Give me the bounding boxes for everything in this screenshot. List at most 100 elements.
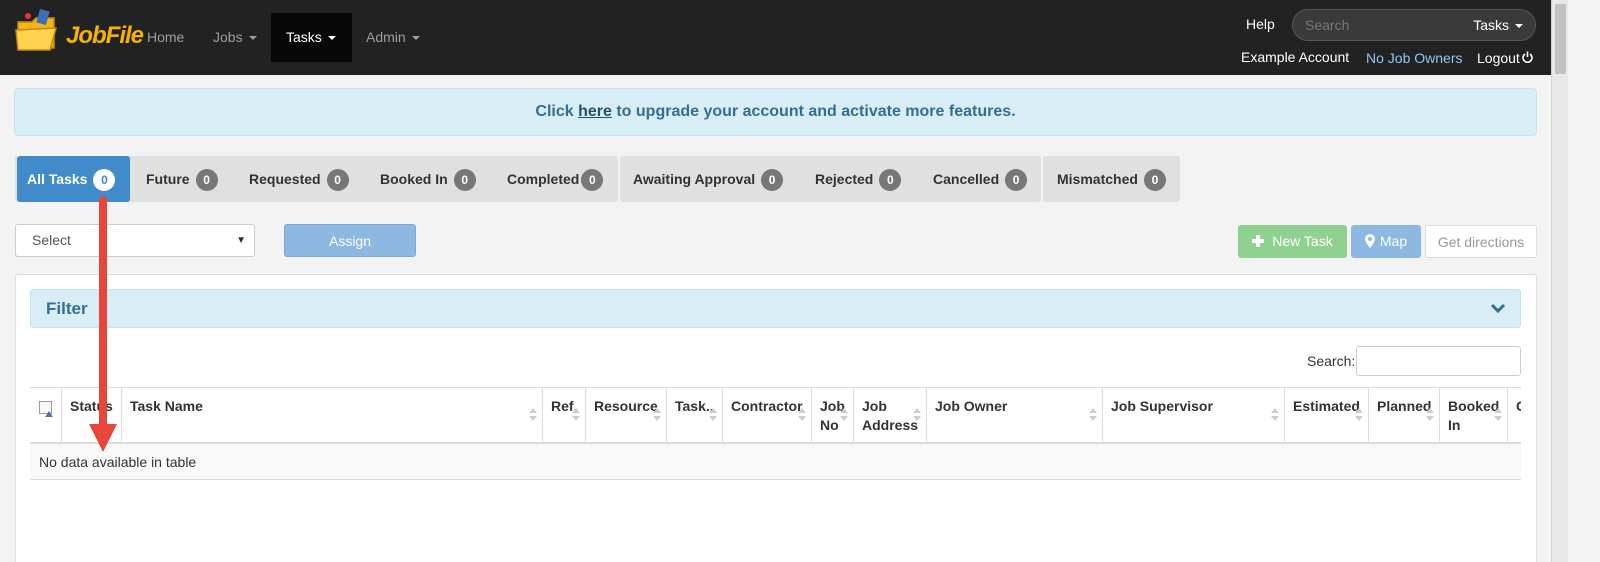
table-search-input[interactable] xyxy=(1356,346,1521,376)
navbar-search-input[interactable] xyxy=(1303,14,1453,36)
col-job-address[interactable]: Job Address xyxy=(853,388,926,443)
tab-cancelled[interactable]: Cancelled 0 xyxy=(933,156,1028,202)
col-estimated[interactable]: Estimated xyxy=(1284,388,1368,443)
tab-mismatched[interactable]: Mismatched 0 xyxy=(1057,156,1166,202)
sort-icon xyxy=(1271,408,1279,424)
plus-icon xyxy=(1252,235,1265,247)
job-owners-link[interactable]: No Job Owners xyxy=(1366,50,1462,66)
tab-label: Cancelled xyxy=(933,171,1000,187)
col-planned[interactable]: Planned xyxy=(1368,388,1439,443)
count-badge: 0 xyxy=(93,169,116,191)
col-contractor[interactable]: Contractor xyxy=(722,388,811,443)
tab-label: Completed xyxy=(507,171,580,187)
col-label: Job Owner xyxy=(935,398,1008,414)
sort-icon xyxy=(1494,408,1502,424)
assign-button[interactable]: Assign xyxy=(284,224,416,257)
power-icon xyxy=(1522,51,1533,63)
caret-down-icon xyxy=(327,36,336,41)
tab-future[interactable]: Future 0 xyxy=(146,156,218,202)
logout-link[interactable]: Logout xyxy=(1477,50,1534,66)
alert-suffix: to upgrade your account and activate mor… xyxy=(611,103,1016,120)
chevron-down-icon[interactable] xyxy=(1490,290,1506,329)
nav-tasks-label: Tasks xyxy=(286,29,322,45)
col-task-type[interactable]: Task.. xyxy=(666,388,722,443)
empty-table-row: No data available in table xyxy=(30,444,1521,480)
sort-icon xyxy=(653,408,661,424)
tab-completed[interactable]: Completed 0 xyxy=(507,156,604,202)
tab-booked-in[interactable]: Booked In 0 xyxy=(380,156,476,202)
col-task-name[interactable]: Task Name xyxy=(121,388,542,443)
nav-home[interactable]: Home xyxy=(132,13,199,62)
filter-title: Filter xyxy=(46,299,88,318)
col-label: Status xyxy=(70,398,113,414)
col-ref[interactable]: Ref. xyxy=(542,388,585,443)
select-value: Select xyxy=(32,232,71,248)
dropdown-arrow-icon: ▼ xyxy=(236,235,246,246)
tab-group-mismatched: Mismatched 0 xyxy=(1043,156,1180,202)
count-badge: 0 xyxy=(581,169,604,191)
get-directions-button[interactable]: Get directions xyxy=(1425,225,1537,258)
tab-group-secondary: Awaiting Approval 0 Rejected 0 Cancelled 0 xyxy=(620,156,1041,202)
alert-prefix: Click xyxy=(535,103,579,120)
nav-jobs[interactable]: Jobs xyxy=(198,13,272,62)
sort-icon xyxy=(572,408,580,424)
count-badge: 0 xyxy=(1005,169,1028,191)
help-link[interactable]: Help xyxy=(1246,16,1275,32)
tab-label: Requested xyxy=(249,171,321,187)
scrollbar-thumb[interactable] xyxy=(1555,4,1566,74)
search-scope-dropdown[interactable]: Tasks xyxy=(1473,17,1523,33)
upgrade-here-link[interactable]: here xyxy=(578,103,612,120)
nav-admin[interactable]: Admin xyxy=(351,13,435,62)
count-badge: 0 xyxy=(453,169,476,191)
sort-icon xyxy=(798,408,806,424)
sort-icon xyxy=(1426,408,1434,424)
col-job-owner[interactable]: Job Owner xyxy=(926,388,1102,443)
sort-icon xyxy=(913,408,921,424)
sort-icon xyxy=(1355,408,1363,424)
tab-label: Booked In xyxy=(380,171,448,187)
col-job-supervisor[interactable]: Job Supervisor xyxy=(1102,388,1284,443)
account-name[interactable]: Example Account xyxy=(1241,49,1349,65)
logout-label: Logout xyxy=(1477,50,1520,66)
col-label: Planned xyxy=(1377,398,1432,414)
tab-awaiting-approval[interactable]: Awaiting Approval 0 xyxy=(633,156,784,202)
count-badge: 0 xyxy=(761,169,784,191)
sort-icon xyxy=(709,408,717,424)
col-status[interactable]: Status xyxy=(61,388,121,443)
col-label: Contractor xyxy=(731,398,803,414)
caret-down-icon xyxy=(1515,24,1523,29)
col-label: Job Supervisor xyxy=(1111,398,1213,414)
tab-label: Awaiting Approval xyxy=(633,171,756,187)
filter-bar[interactable]: Filter xyxy=(30,289,1521,328)
caret-down-icon xyxy=(411,36,420,41)
col-completed[interactable]: C xyxy=(1507,388,1521,443)
col-resource[interactable]: Resource xyxy=(585,388,666,443)
sort-icon xyxy=(840,408,848,424)
col-booked-in[interactable]: Booked In xyxy=(1439,388,1507,443)
new-task-button[interactable]: New Task xyxy=(1238,225,1347,258)
col-label: Job Address xyxy=(862,398,919,433)
tab-all-tasks[interactable]: All Tasks 0 xyxy=(17,156,130,202)
search-scope-label: Tasks xyxy=(1473,17,1509,33)
top-navbar: JobFile Home Jobs Tasks Admin Help Tasks… xyxy=(0,0,1551,75)
tab-label: Rejected xyxy=(815,171,874,187)
nav-home-label: Home xyxy=(147,29,185,45)
sort-asc-icon xyxy=(45,411,53,417)
nav-jobs-label: Jobs xyxy=(213,29,243,45)
col-label: Resource xyxy=(594,398,658,414)
tab-label: Mismatched xyxy=(1057,171,1138,187)
vertical-scrollbar[interactable] xyxy=(1551,0,1568,562)
map-button[interactable]: Map xyxy=(1351,225,1421,258)
tab-requested[interactable]: Requested 0 xyxy=(249,156,349,202)
select-all-header xyxy=(30,388,61,443)
sort-icon xyxy=(1089,408,1097,424)
table-search-label: Search: xyxy=(1307,353,1356,369)
tasks-table: Status Task Name Ref. Resource Task.. Co… xyxy=(30,387,1521,481)
new-task-label: New Task xyxy=(1272,233,1333,249)
tab-rejected[interactable]: Rejected 0 xyxy=(815,156,902,202)
jobfile-logo[interactable]: JobFile xyxy=(14,8,144,56)
folder-logo-icon xyxy=(15,8,57,51)
bulk-action-select[interactable]: Select ▼ xyxy=(15,224,255,257)
nav-tasks[interactable]: Tasks xyxy=(271,13,352,62)
col-job-no[interactable]: Job No xyxy=(811,388,853,443)
